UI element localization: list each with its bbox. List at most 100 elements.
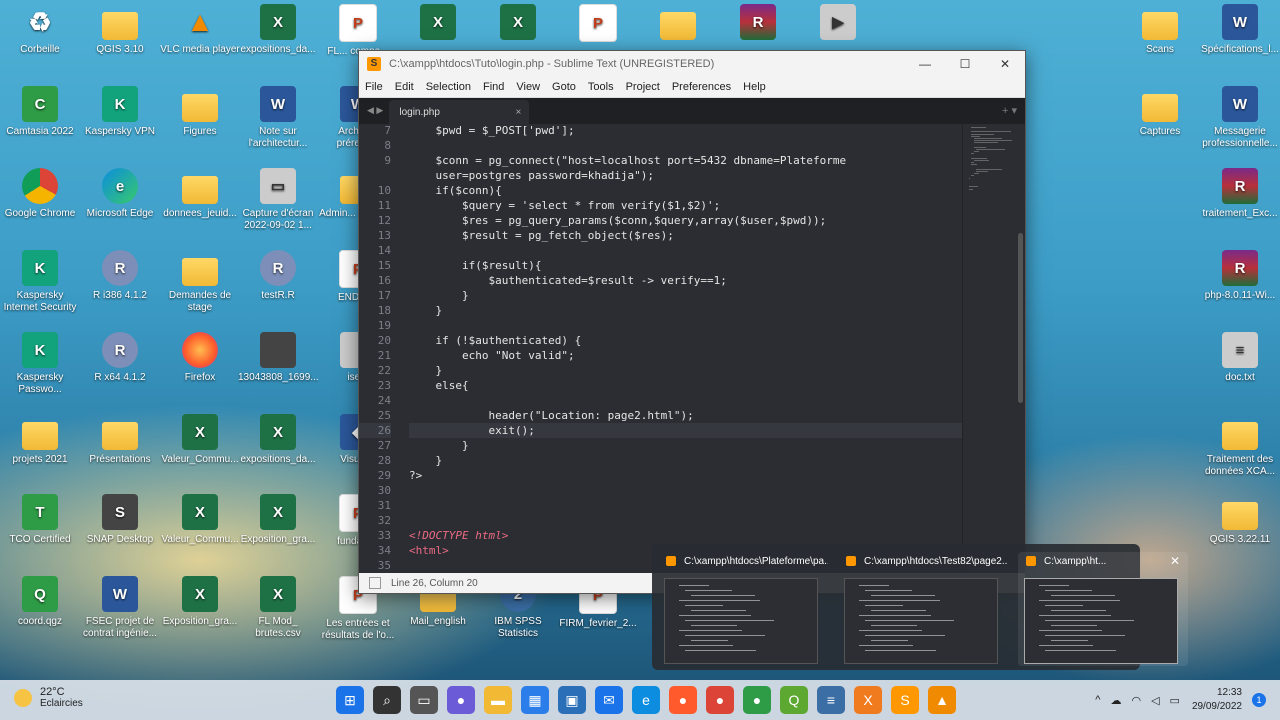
- desktop-icon[interactable]: e Microsoft Edge: [80, 168, 160, 220]
- desktop-icon[interactable]: Firefox: [160, 332, 240, 384]
- menu-item-view[interactable]: View: [510, 81, 546, 93]
- desktop-icon[interactable]: projets 2021: [0, 414, 80, 466]
- code-line[interactable]: if (!$authenticated) {: [409, 333, 962, 348]
- preview-close-icon[interactable]: ✕: [1170, 554, 1180, 568]
- code-line[interactable]: [409, 243, 962, 258]
- taskbar-vlc-icon[interactable]: ▲: [928, 686, 956, 714]
- desktop-icon[interactable]: donnees_jeuid...: [160, 168, 240, 220]
- tab-actions[interactable]: + ▾: [1002, 104, 1017, 117]
- taskbar-store-icon[interactable]: ▦: [521, 686, 549, 714]
- minimize-button[interactable]: —: [905, 57, 945, 71]
- menu-item-file[interactable]: File: [359, 81, 389, 93]
- code-line[interactable]: }: [409, 453, 962, 468]
- code-line[interactable]: [409, 498, 962, 513]
- desktop-icon[interactable]: K Kaspersky VPN: [80, 86, 160, 138]
- menu-item-find[interactable]: Find: [477, 81, 510, 93]
- desktop-icon[interactable]: Traitement des données XCA...: [1200, 414, 1280, 478]
- desktop-icon[interactable]: R R i386 4.1.2: [80, 250, 160, 302]
- desktop-icon[interactable]: Figures: [160, 86, 240, 138]
- taskbar-qgis-icon[interactable]: Q: [780, 686, 808, 714]
- taskbar-chrome-icon[interactable]: ●: [706, 686, 734, 714]
- desktop-icon[interactable]: Rtraitement_Exc...: [1200, 168, 1280, 220]
- code-line[interactable]: $res = pg_query_params($conn,$query,arra…: [409, 213, 962, 228]
- desktop-icon[interactable]: Xexpositions_da...: [238, 414, 318, 466]
- desktop-icon[interactable]: Google Chrome: [0, 168, 80, 220]
- taskbar-mail-icon[interactable]: ✉: [595, 686, 623, 714]
- desktop-icon[interactable]: X Valeur_Commu...: [160, 494, 240, 546]
- menu-item-selection[interactable]: Selection: [420, 81, 477, 93]
- code-line[interactable]: [409, 318, 962, 333]
- tab-nav-arrows-icon[interactable]: ◀ ▶: [359, 105, 389, 124]
- code-line[interactable]: $conn = pg_connect("host=localhost port=…: [409, 153, 962, 168]
- code-line[interactable]: [409, 393, 962, 408]
- menu-item-preferences[interactable]: Preferences: [666, 81, 737, 93]
- taskbar-chat-icon[interactable]: ●: [447, 686, 475, 714]
- code-line[interactable]: $query = 'select * from verify($1,$2)';: [409, 198, 962, 213]
- clock[interactable]: 12:33 29/09/2022: [1192, 686, 1242, 714]
- tab-login-php[interactable]: login.php ×: [389, 100, 530, 124]
- taskbar-xampp-icon[interactable]: X: [854, 686, 882, 714]
- desktop-icon[interactable]: P: [558, 4, 638, 46]
- desktop-icon[interactable]: W FSEC projet de contrat ingénie...: [80, 576, 160, 640]
- desktop-icon[interactable]: C Camtasia 2022: [0, 86, 80, 138]
- menu-item-goto[interactable]: Goto: [546, 81, 582, 93]
- code-line[interactable]: $authenticated=$result -> verify==1;: [409, 273, 962, 288]
- code-line[interactable]: }: [409, 438, 962, 453]
- desktop-icon[interactable]: Captures: [1120, 86, 1200, 138]
- desktop-icon[interactable]: X Exposition_gra...: [238, 494, 318, 546]
- desktop-icon[interactable]: QGIS 3.10: [80, 4, 160, 56]
- cloud-icon[interactable]: ☁: [1110, 694, 1121, 707]
- desktop-icon[interactable]: R: [718, 4, 798, 44]
- desktop-icon[interactable]: Qcoord.qgz: [0, 576, 80, 628]
- desktop-icon[interactable]: ▲ VLC media player: [160, 4, 240, 56]
- code-line[interactable]: user=postgres password=khadija");: [409, 168, 962, 183]
- minimap[interactable]: [962, 123, 1025, 573]
- code-line[interactable]: }: [409, 303, 962, 318]
- code-line[interactable]: $pwd = $_POST['pwd'];: [409, 123, 962, 138]
- code-area[interactable]: $pwd = $_POST['pwd']; $conn = pg_connect…: [391, 123, 962, 573]
- taskbar-start-icon[interactable]: ⊞: [336, 686, 364, 714]
- tab-close-icon[interactable]: ×: [516, 107, 522, 118]
- panel-toggle-icon[interactable]: [369, 577, 381, 589]
- code-line[interactable]: ?>: [409, 468, 962, 483]
- taskbar-firefox-icon[interactable]: ●: [669, 686, 697, 714]
- desktop-icon[interactable]: W Note sur l'architectur...: [238, 86, 318, 150]
- volume-icon[interactable]: ◁: [1151, 694, 1159, 707]
- taskbar-search-icon[interactable]: ⌕: [373, 686, 401, 714]
- code-line[interactable]: }: [409, 363, 962, 378]
- maximize-button[interactable]: ☐: [945, 57, 985, 71]
- code-line[interactable]: if($conn){: [409, 183, 962, 198]
- menu-item-help[interactable]: Help: [737, 81, 772, 93]
- code-line[interactable]: exit();: [409, 423, 962, 438]
- desktop-icon[interactable]: X: [398, 4, 478, 44]
- desktop-icon[interactable]: ▭ Capture d'écran 2022-09-02 1...: [238, 168, 318, 232]
- desktop-icon[interactable]: QGIS 3.22.11: [1200, 494, 1280, 546]
- desktop-icon[interactable]: [638, 4, 718, 44]
- taskbar-photos-icon[interactable]: ▣: [558, 686, 586, 714]
- wifi-icon[interactable]: ◠: [1131, 694, 1141, 707]
- desktop-icon[interactable]: Rphp-8.0.11-Wi...: [1200, 250, 1280, 302]
- desktop-icon[interactable]: ▶: [798, 4, 878, 44]
- taskbar-file-explorer-icon[interactable]: ▬: [484, 686, 512, 714]
- weather-widget[interactable]: 22°C Eclaircies: [14, 686, 83, 709]
- window-preview[interactable]: C:\xampp\htdocs\Plateforme\pa...: [658, 552, 828, 666]
- desktop-icon[interactable]: R R x64 4.1.2: [80, 332, 160, 384]
- title-bar[interactable]: S C:\xampp\htdocs\Tuto\login.php - Subli…: [359, 51, 1025, 77]
- battery-icon[interactable]: ▭: [1170, 694, 1180, 707]
- desktop-icon[interactable]: W Messagerie professionnelle...: [1200, 86, 1280, 150]
- notification-badge[interactable]: 1: [1252, 693, 1266, 707]
- desktop-icon[interactable]: 13043808_1699...: [238, 332, 318, 384]
- code-line[interactable]: header("Location: page2.html");: [409, 408, 962, 423]
- code-line[interactable]: else{: [409, 378, 962, 393]
- desktop-icon[interactable]: X Exposition_gra...: [160, 576, 240, 628]
- vertical-scrollbar[interactable]: [1018, 233, 1023, 403]
- desktop-icon[interactable]: ≡ doc.txt: [1200, 332, 1280, 384]
- taskbar-task-view-icon[interactable]: ▭: [410, 686, 438, 714]
- desktop-icon[interactable]: S SNAP Desktop: [80, 494, 160, 546]
- desktop-icon[interactable]: ♻ Corbeille: [0, 4, 80, 56]
- code-line[interactable]: [409, 513, 962, 528]
- window-preview[interactable]: C:\xampp\htdocs\Test82\page2....: [838, 552, 1008, 666]
- desktop-icon[interactable]: K Kaspersky Internet Security: [0, 250, 80, 314]
- code-line[interactable]: }: [409, 288, 962, 303]
- code-line[interactable]: <!DOCTYPE html>: [409, 528, 962, 543]
